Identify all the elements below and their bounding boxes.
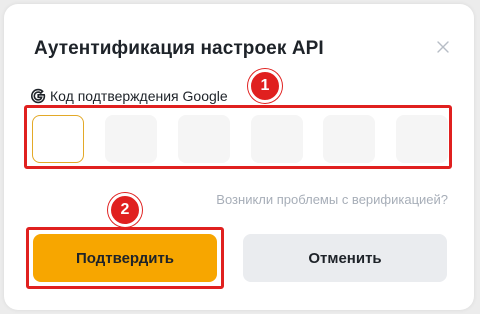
code-field-label: Код подтверждения Google	[50, 88, 228, 104]
verification-help-link[interactable]: Возникли проблемы с верификацией?	[216, 192, 448, 207]
close-icon[interactable]	[434, 38, 452, 56]
dialog-title: Аутентификация настроек API	[34, 38, 324, 59]
annotation-marker-2: 2	[108, 193, 142, 227]
annotation-highlight-code	[24, 105, 452, 169]
code-field-label-row: Код подтверждения Google	[30, 86, 228, 106]
google-icon	[30, 88, 46, 104]
annotation-highlight-confirm	[26, 227, 224, 289]
annotation-marker-1: 1	[248, 69, 282, 103]
cancel-button[interactable]: Отменить	[243, 234, 447, 282]
